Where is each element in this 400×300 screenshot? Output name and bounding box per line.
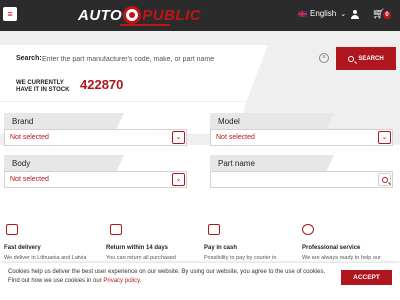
brand-label-tab: Brand — [4, 113, 124, 129]
support-icon — [302, 224, 314, 235]
body-selected-value: Not selected — [10, 176, 49, 183]
part-search-button[interactable] — [378, 173, 391, 186]
wheel-icon — [123, 6, 142, 24]
brand-select[interactable]: Not selected ⌄ — [4, 129, 187, 146]
feature-title: Professional service — [302, 245, 361, 251]
search-icon — [381, 176, 388, 183]
search-icon — [348, 55, 355, 62]
features-strip: Fast delivery We deliver in Lithuania an… — [0, 224, 400, 264]
chevron-down-icon[interactable]: ⌄ — [378, 131, 391, 144]
feature-text: We deliver in Lithuania and Latvia — [4, 255, 87, 261]
site-logo[interactable]: AUTO PUBLIC — [78, 4, 201, 26]
feature-text: We are always ready to help our — [302, 255, 381, 261]
brand-label: Brand — [12, 117, 34, 126]
calendar-icon — [110, 224, 122, 235]
user-account-icon[interactable] — [351, 10, 359, 20]
cookie-message: Cookies help us deliver the best user ex… — [8, 268, 328, 286]
cart-count-badge: 0 — [383, 11, 391, 19]
logo-text-public: PUBLIC — [142, 6, 202, 24]
feature-text: You can return all purchased — [106, 255, 176, 261]
feature-title: Fast delivery — [4, 245, 41, 251]
chevron-down-icon[interactable]: ⌄ — [172, 131, 185, 144]
brand-selected-value: Not selected — [10, 134, 49, 141]
body-label: Body — [12, 159, 31, 168]
accept-cookies-button[interactable]: ACCEPT — [341, 270, 392, 285]
menu-icon[interactable]: ≡ — [3, 7, 17, 21]
body-label-tab: Body — [4, 155, 124, 171]
stock-count: 422870 — [80, 77, 124, 92]
cookie-text: Cookies help us deliver the best user ex… — [8, 269, 326, 284]
part-name-label: Part name — [218, 159, 255, 168]
stock-label: WE CURRENTLY HAVE IT IN STOCK — [16, 80, 70, 93]
chevron-down-icon: ⌄ — [340, 10, 347, 18]
logo-text-auto: AUTO — [78, 6, 123, 24]
privacy-policy-link[interactable]: Privacy policy. — [103, 278, 141, 284]
body-select[interactable]: Not selected ⌄ — [4, 171, 187, 188]
truck-icon — [6, 224, 18, 235]
cookie-banner: Cookies help us deliver the best user ex… — [0, 263, 400, 300]
feature-title: Return within 14 days — [106, 245, 169, 251]
user-icon-head — [353, 10, 357, 14]
model-selected-value: Not selected — [216, 134, 255, 141]
language-selector[interactable]: English ⌄ — [298, 9, 346, 18]
part-name-input[interactable] — [210, 171, 393, 188]
uk-flag-icon — [298, 10, 307, 17]
vehicle-filter-grid: Brand Not selected ⌄ Model Not selected … — [0, 113, 400, 223]
chevron-down-icon[interactable]: ⌄ — [172, 173, 185, 186]
feature-title: Pay in cash — [204, 245, 238, 251]
user-icon-body — [351, 15, 359, 19]
search-input[interactable] — [42, 51, 332, 67]
search-button[interactable]: SEARCH — [336, 47, 396, 70]
feature-text: Possibility to pay by courier in — [204, 255, 277, 261]
part-name-label-tab: Part name — [210, 155, 334, 171]
cash-icon — [208, 224, 220, 235]
model-label: Model — [218, 117, 240, 126]
clear-search-icon[interactable]: × — [319, 53, 329, 63]
model-label-tab: Model — [210, 113, 334, 129]
language-label: English — [310, 9, 337, 18]
search-button-label: SEARCH — [358, 55, 384, 62]
top-navigation-bar: ≡ AUTO PUBLIC English ⌄ 🛒︎ 0 — [0, 0, 400, 31]
logo-underline — [120, 24, 170, 26]
model-select[interactable]: Not selected ⌄ — [210, 129, 393, 146]
search-label: Search: — [16, 55, 42, 62]
